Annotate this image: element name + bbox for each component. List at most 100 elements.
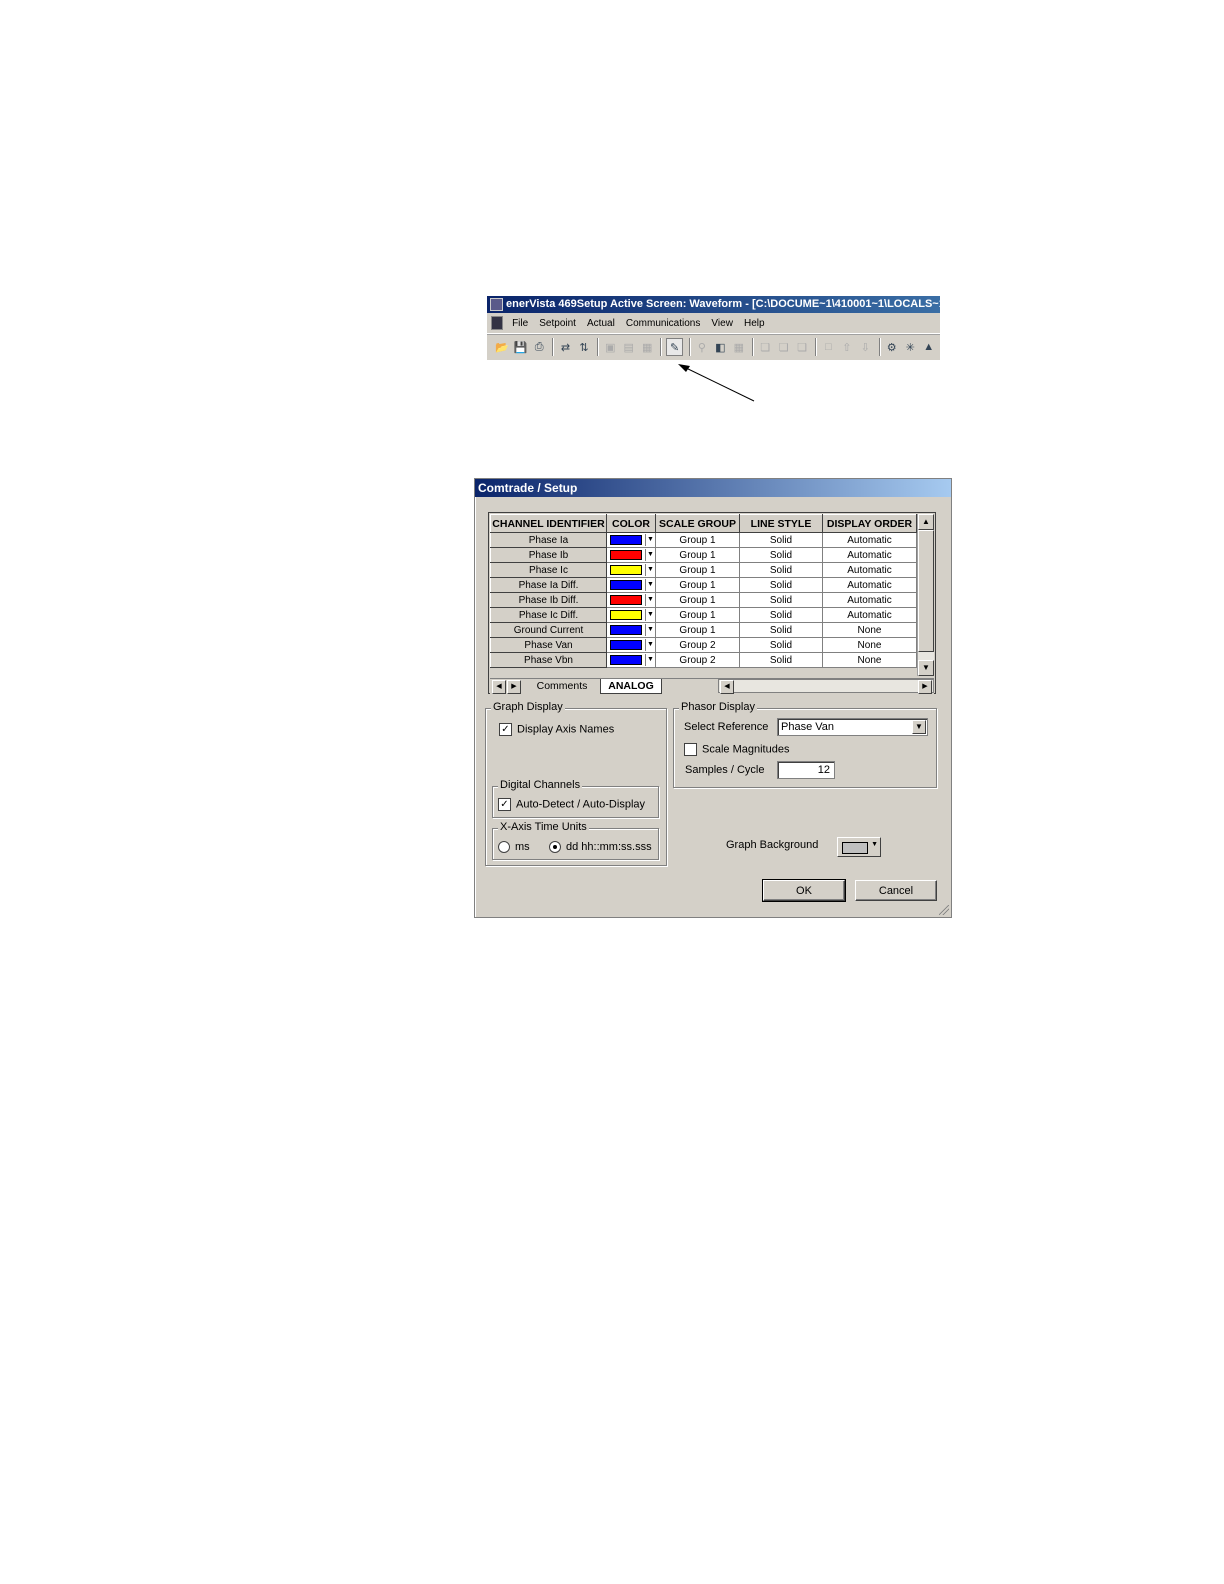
- color-picker[interactable]: ▼: [608, 549, 655, 562]
- resize-grip-icon[interactable]: [939, 905, 949, 915]
- line-style-cell[interactable]: Solid: [739, 607, 823, 623]
- scale-group-cell[interactable]: Group 1: [655, 562, 740, 578]
- line-style-cell[interactable]: Solid: [739, 652, 823, 668]
- dd-radio[interactable]: [549, 841, 561, 854]
- channel-identifier-cell[interactable]: Phase Ic: [490, 562, 607, 578]
- print-icon[interactable]: ⎙: [532, 339, 546, 355]
- color-cell[interactable]: ▼: [606, 622, 656, 638]
- table-row[interactable]: Phase Vbn ▼ Group 2 Solid None: [490, 652, 917, 668]
- scale-group-cell[interactable]: Group 1: [655, 622, 740, 638]
- color-picker[interactable]: ▼: [608, 624, 655, 637]
- menu-actual[interactable]: Actual: [587, 318, 615, 329]
- table-row[interactable]: Phase Ia ▼ Group 1 Solid Automatic: [490, 532, 917, 548]
- column-header-channel[interactable]: CHANNEL IDENTIFIER: [490, 514, 607, 533]
- graph-background-color-picker[interactable]: ▼: [837, 837, 881, 857]
- chevron-down-icon[interactable]: ▼: [871, 841, 878, 848]
- samples-cycle-input[interactable]: 12: [777, 761, 835, 779]
- ok-button[interactable]: OK: [762, 879, 846, 902]
- grid-icon[interactable]: ▦: [732, 339, 746, 355]
- dd-option[interactable]: dd hh::mm:ss.sss: [549, 841, 652, 854]
- save-icon[interactable]: 💾: [513, 339, 528, 355]
- color-picker[interactable]: ▼: [608, 579, 655, 592]
- line-style-cell[interactable]: Solid: [739, 577, 823, 593]
- scroll-left-icon[interactable]: ◀: [720, 680, 734, 694]
- scale-group-cell[interactable]: Group 1: [655, 532, 740, 548]
- channel-identifier-cell[interactable]: Phase Van: [490, 637, 607, 653]
- down-arrow-icon[interactable]: ⇩: [858, 339, 872, 355]
- menu-setpoint[interactable]: Setpoint: [539, 318, 576, 329]
- clipboard-icon[interactable]: ▦: [640, 339, 654, 355]
- menu-communications[interactable]: Communications: [626, 318, 700, 329]
- column-header-scale-group[interactable]: SCALE GROUP: [655, 514, 740, 533]
- table-row[interactable]: Phase Van ▼ Group 2 Solid None: [490, 637, 917, 653]
- chevron-down-icon[interactable]: ▼: [645, 609, 655, 621]
- column-header-color[interactable]: COLOR: [606, 514, 656, 533]
- scale-magnitudes-checkbox[interactable]: [684, 743, 697, 756]
- select-reference-dropdown[interactable]: Phase Van ▼: [777, 718, 928, 736]
- display-axis-names-row[interactable]: ✓ Display Axis Names: [499, 723, 614, 736]
- channel-identifier-cell[interactable]: Phase Ic Diff.: [490, 607, 607, 623]
- color-cell[interactable]: ▼: [606, 637, 656, 653]
- chevron-down-icon[interactable]: ▼: [645, 654, 655, 666]
- ms-option[interactable]: ms: [498, 841, 530, 854]
- color-picker[interactable]: ▼: [608, 564, 655, 577]
- channel-identifier-cell[interactable]: Phase Ib: [490, 547, 607, 563]
- zoom-icon[interactable]: ⚲: [695, 339, 709, 355]
- auto-detect-row[interactable]: ✓ Auto-Detect / Auto-Display: [498, 798, 645, 811]
- scale-group-cell[interactable]: Group 2: [655, 637, 740, 653]
- color-picker[interactable]: ▼: [608, 534, 655, 547]
- display-order-cell[interactable]: Automatic: [822, 547, 917, 563]
- channel-identifier-cell[interactable]: Phase Ia: [490, 532, 607, 548]
- color-cell[interactable]: ▼: [606, 652, 656, 668]
- tab-prev-icon[interactable]: ◀: [492, 680, 506, 694]
- scale-group-cell[interactable]: Group 1: [655, 607, 740, 623]
- page-icon[interactable]: □: [821, 339, 835, 355]
- color-cell[interactable]: ▼: [606, 547, 656, 563]
- channel-identifier-cell[interactable]: Phase Vbn: [490, 652, 607, 668]
- window3-icon[interactable]: ❏: [795, 339, 809, 355]
- chevron-down-icon[interactable]: ▼: [645, 564, 655, 576]
- spark-icon[interactable]: ✳: [903, 339, 917, 355]
- display-order-cell[interactable]: Automatic: [822, 532, 917, 548]
- line-style-cell[interactable]: Solid: [739, 547, 823, 563]
- color-cell[interactable]: ▼: [606, 607, 656, 623]
- chevron-down-icon[interactable]: ▼: [645, 594, 655, 606]
- display-order-cell[interactable]: Automatic: [822, 562, 917, 578]
- color-picker[interactable]: ▼: [608, 609, 655, 622]
- scale-group-cell[interactable]: Group 2: [655, 652, 740, 668]
- display-axis-names-checkbox[interactable]: ✓: [499, 723, 512, 736]
- table-row[interactable]: Ground Current ▼ Group 1 Solid None: [490, 622, 917, 638]
- display-order-cell[interactable]: Automatic: [822, 607, 917, 623]
- auto-detect-checkbox[interactable]: ✓: [498, 798, 511, 811]
- line-style-cell[interactable]: Solid: [739, 622, 823, 638]
- scroll-thumb[interactable]: [918, 530, 934, 652]
- channel-identifier-cell[interactable]: Phase Ia Diff.: [490, 577, 607, 593]
- copy-icon[interactable]: ▣: [603, 339, 617, 355]
- paste-icon[interactable]: ▤: [622, 339, 636, 355]
- window2-icon[interactable]: ❏: [776, 339, 790, 355]
- table-row[interactable]: Phase Ib ▼ Group 1 Solid Automatic: [490, 547, 917, 563]
- color-cell[interactable]: ▼: [606, 532, 656, 548]
- window-icon[interactable]: ❏: [758, 339, 772, 355]
- line-style-cell[interactable]: Solid: [739, 592, 823, 608]
- line-style-cell[interactable]: Solid: [739, 532, 823, 548]
- line-style-cell[interactable]: Solid: [739, 562, 823, 578]
- chevron-down-icon[interactable]: ▼: [912, 720, 926, 734]
- display-order-cell[interactable]: None: [822, 637, 917, 653]
- display-order-cell[interactable]: None: [822, 622, 917, 638]
- phasor-icon[interactable]: ⚙: [885, 339, 899, 355]
- horizontal-scrollbar[interactable]: ◀ ▶: [718, 679, 934, 694]
- display-order-cell[interactable]: Automatic: [822, 592, 917, 608]
- chevron-down-icon[interactable]: ▼: [645, 549, 655, 561]
- view-icon[interactable]: ◧: [713, 339, 727, 355]
- channel-identifier-cell[interactable]: Phase Ib Diff.: [490, 592, 607, 608]
- menu-help[interactable]: Help: [744, 318, 765, 329]
- chevron-down-icon[interactable]: ▼: [645, 534, 655, 546]
- table-row[interactable]: Phase Ib Diff. ▼ Group 1 Solid Automatic: [490, 592, 917, 608]
- color-cell[interactable]: ▼: [606, 592, 656, 608]
- triangle-icon[interactable]: ▲: [921, 339, 935, 355]
- cancel-button[interactable]: Cancel: [855, 880, 937, 901]
- table-row[interactable]: Phase Ia Diff. ▼ Group 1 Solid Automatic: [490, 577, 917, 593]
- color-cell[interactable]: ▼: [606, 562, 656, 578]
- document-icon[interactable]: [491, 316, 503, 331]
